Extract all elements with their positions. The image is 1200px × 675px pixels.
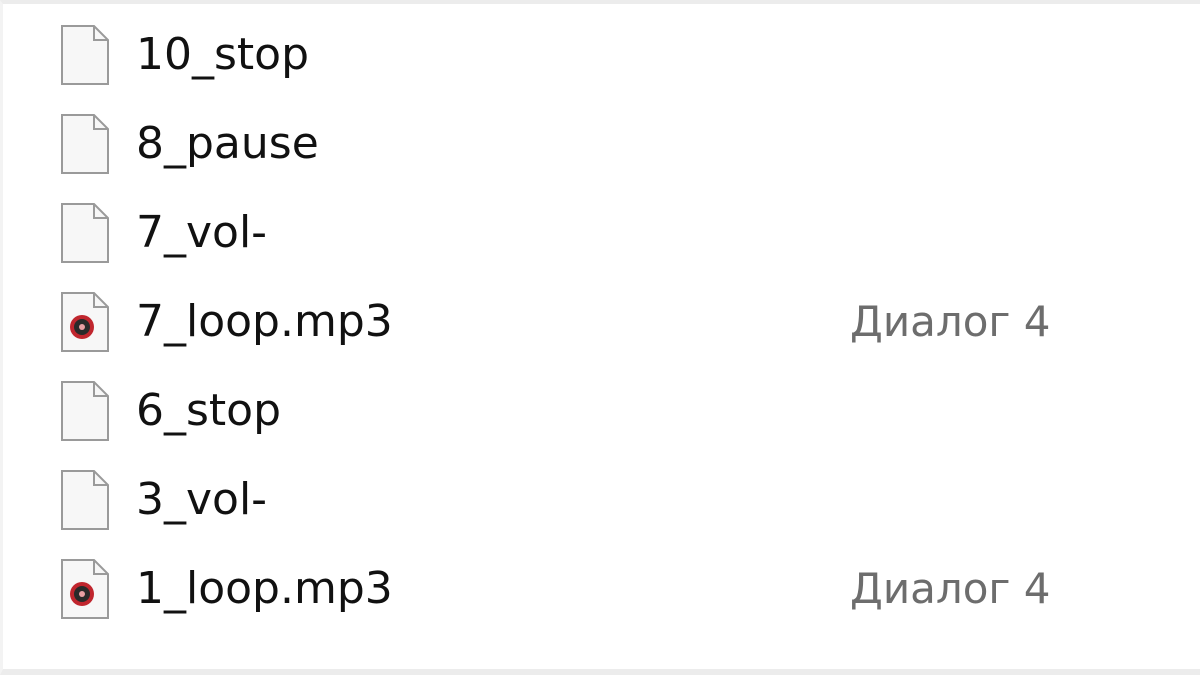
file-album: Диалог 4 <box>850 297 1051 346</box>
file-name: 7_vol- <box>136 207 268 258</box>
mp3-file-icon <box>60 291 110 353</box>
mp3-file-icon <box>60 558 110 620</box>
file-row[interactable]: 7_vol- <box>0 196 1200 285</box>
file-row[interactable]: 10_stop <box>0 18 1200 107</box>
file-album: Диалог 4 <box>850 564 1051 613</box>
file-name: 7_loop.mp3 <box>136 296 393 347</box>
file-name: 3_vol- <box>136 474 268 525</box>
blank-file-icon <box>60 469 110 531</box>
file-name: 10_stop <box>136 29 310 80</box>
file-name: 1_loop.mp3 <box>136 563 393 614</box>
blank-file-icon <box>60 24 110 86</box>
file-row[interactable]: 8_pause <box>0 107 1200 196</box>
blank-file-icon <box>60 113 110 175</box>
blank-file-icon <box>60 202 110 264</box>
blank-file-icon <box>60 380 110 442</box>
file-row[interactable]: 6_stop <box>0 374 1200 463</box>
file-name: 8_pause <box>136 118 319 169</box>
file-row[interactable]: 3_vol- <box>0 463 1200 552</box>
file-row[interactable]: 1_loop.mp3 Диалог 4 <box>0 552 1200 641</box>
file-row[interactable]: 7_loop.mp3 Диалог 4 <box>0 285 1200 374</box>
file-list: 10_stop 8_pause 7_vol- 7_loop.mp3 Диалог… <box>0 18 1200 641</box>
file-name: 6_stop <box>136 385 282 436</box>
